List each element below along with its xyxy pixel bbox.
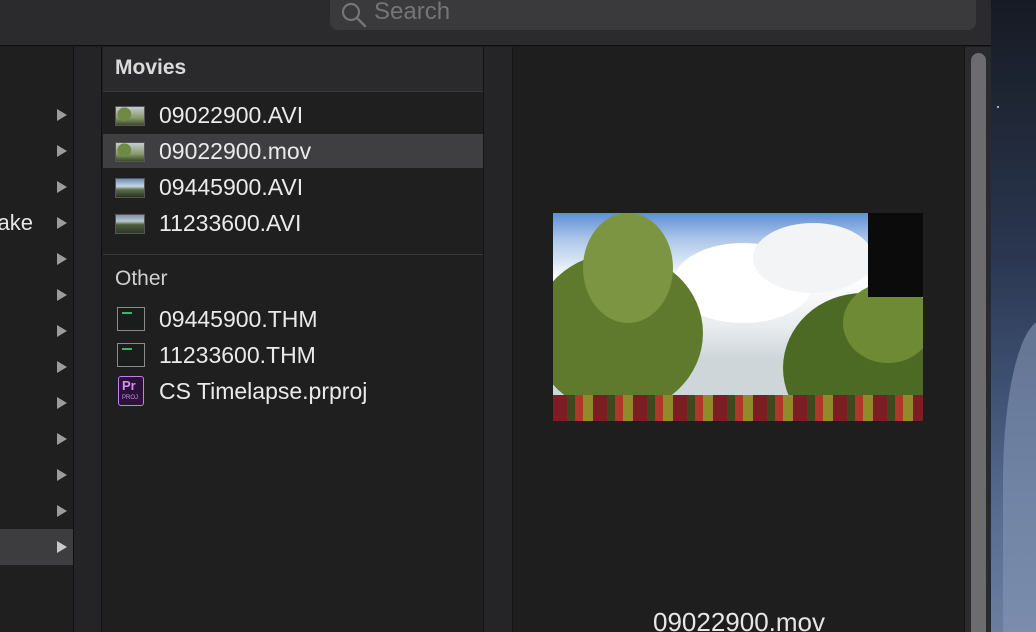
file-name: 11233600.THM <box>159 342 316 368</box>
folder-row[interactable] <box>0 457 73 493</box>
folder-row[interactable] <box>0 97 73 133</box>
preview-filename: 09022900.mov <box>652 607 826 632</box>
file-row[interactable]: 11233600.AVI <box>103 206 483 240</box>
premiere-project-icon: Pr PROJ <box>118 376 144 406</box>
finder-column-1: ake <box>0 47 74 632</box>
tree-shape <box>583 213 673 323</box>
folder-row-selected[interactable] <box>0 529 73 565</box>
desktop-background <box>991 0 1036 632</box>
movie-thumbnail-icon <box>115 106 145 126</box>
disclosure-arrow-icon <box>57 109 67 121</box>
folder-label: ake <box>0 210 33 235</box>
cloud-shape <box>753 223 873 293</box>
terminal-file-icon <box>117 307 145 331</box>
disclosure-arrow-icon <box>57 361 67 373</box>
section-header-other: Other <box>103 254 483 299</box>
file-name: 09022900.mov <box>159 138 312 164</box>
star-dot <box>997 106 999 108</box>
search-input[interactable] <box>374 0 954 26</box>
finder-toolbar <box>0 0 991 46</box>
dune-shape <box>1003 320 1036 632</box>
preview-pane: 09022900.mov <box>514 47 964 632</box>
folder-row[interactable] <box>0 313 73 349</box>
disclosure-arrow-icon <box>57 181 67 193</box>
column-divider[interactable] <box>74 47 102 632</box>
disclosure-arrow-icon <box>57 253 67 265</box>
finder-column-2: Movies 09022900.AVI 09022900.mov 0944590… <box>103 47 484 632</box>
column-divider[interactable] <box>484 47 513 632</box>
premiere-icon-subtext: PROJ <box>122 395 139 401</box>
movie-thumbnail-icon <box>115 214 145 234</box>
file-name: 09022900.AVI <box>159 102 304 128</box>
disclosure-arrow-icon <box>57 145 67 157</box>
section-header-movies: Movies <box>103 47 483 92</box>
file-row[interactable]: 11233600.THM <box>103 338 483 372</box>
preview-image[interactable] <box>553 213 923 421</box>
file-name: 09445900.THM <box>159 306 318 332</box>
disclosure-arrow-icon <box>57 433 67 445</box>
scrollbar-track[interactable] <box>964 47 991 632</box>
disclosure-arrow-icon <box>57 505 67 517</box>
disclosure-arrow-icon <box>57 541 67 553</box>
file-name: CS Timelapse.prproj <box>159 378 368 404</box>
folder-row[interactable] <box>0 349 73 385</box>
scrollbar-thumb[interactable] <box>971 53 986 632</box>
disclosure-arrow-icon <box>57 469 67 481</box>
disclosure-arrow-icon <box>57 397 67 409</box>
search-field-container[interactable] <box>330 0 976 30</box>
folder-row[interactable] <box>0 133 73 169</box>
disclosure-arrow-icon <box>57 325 67 337</box>
premiere-icon-text: Pr <box>122 378 136 393</box>
folder-row[interactable] <box>0 421 73 457</box>
file-row[interactable]: 09445900.AVI <box>103 170 483 204</box>
file-row[interactable]: Pr PROJ CS Timelapse.prproj <box>103 374 483 408</box>
roof-shape <box>868 213 923 297</box>
folder-row[interactable] <box>0 493 73 529</box>
file-name: 11233600.AVI <box>159 210 302 236</box>
terminal-file-icon <box>117 343 145 367</box>
movie-thumbnail-icon <box>115 142 145 162</box>
search-icon <box>341 2 367 28</box>
folder-row[interactable] <box>0 241 73 277</box>
flowerbed-shape <box>553 395 923 421</box>
folder-row[interactable] <box>0 169 73 205</box>
disclosure-arrow-icon <box>57 217 67 229</box>
file-row[interactable]: 09022900.AVI <box>103 98 483 132</box>
file-name: 09445900.AVI <box>159 174 304 200</box>
folder-row[interactable]: ake <box>0 205 73 241</box>
movie-thumbnail-icon <box>115 178 145 198</box>
folder-row[interactable] <box>0 277 73 313</box>
file-row-selected[interactable]: 09022900.mov <box>103 134 483 168</box>
disclosure-arrow-icon <box>57 289 67 301</box>
file-row[interactable]: 09445900.THM <box>103 302 483 336</box>
folder-row[interactable] <box>0 385 73 421</box>
